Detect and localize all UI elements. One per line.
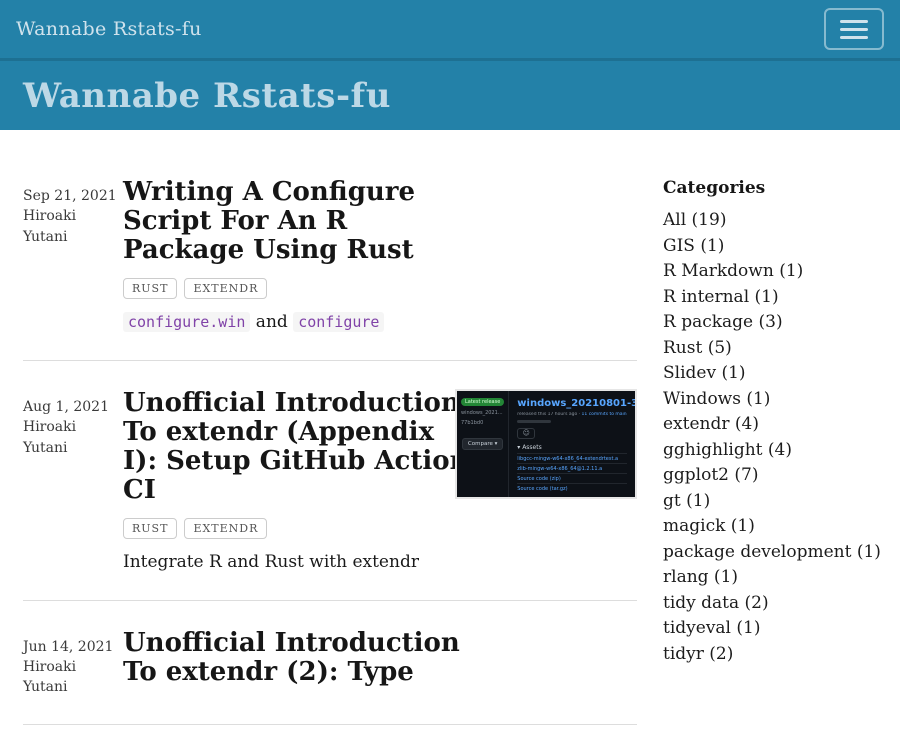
gh-asset-link: zlib-mingw-w64-x86_64@1.2.11.a [517, 463, 627, 473]
category-link[interactable]: Rust (5) [663, 336, 877, 362]
category-link[interactable]: tidy data (2) [663, 591, 877, 617]
gh-commit-label: 77b1bd0 [461, 420, 504, 426]
post-item[interactable]: Aug 1, 2021Hiroaki YutaniUnofficial Intr… [23, 389, 637, 601]
post-item[interactable]: Jun 14, 2021Hiroaki YutaniUnofficial Int… [23, 629, 637, 725]
categories-sidebar: Categories All (19)GIS (1)R Markdown (1)… [663, 178, 877, 753]
tag-pill[interactable]: RUST [123, 278, 177, 299]
category-link[interactable]: R Markdown (1) [663, 259, 877, 285]
gh-run-line [517, 420, 551, 423]
post-title-link[interactable]: Unofficial IntroductionTo extendr (Appen… [123, 389, 435, 505]
post-text: Writing A ConfigureScript For An RPackag… [123, 178, 435, 334]
category-link[interactable]: rlang (1) [663, 565, 877, 591]
tag-pill[interactable]: EXTENDR [184, 278, 267, 299]
content-area: Sep 21, 2021Hiroaki YutaniWriting A Conf… [0, 178, 900, 753]
post-title-line: To extendr (Appendix [123, 418, 435, 447]
category-link[interactable]: package development (1) [663, 540, 877, 566]
category-link[interactable]: R internal (1) [663, 285, 877, 311]
post-meta: Aug 1, 2021Hiroaki Yutani [23, 389, 123, 574]
post-main: Writing A ConfigureScript For An RPackag… [123, 178, 637, 334]
top-navbar: Wannabe Rstats-fu [0, 0, 900, 58]
post-title-line: I): Setup GitHub Actions [123, 447, 435, 476]
category-link[interactable]: magick (1) [663, 514, 877, 540]
post-item[interactable]: Sep 21, 2021Hiroaki YutaniWriting A Conf… [23, 178, 637, 361]
category-link[interactable]: All (19) [663, 208, 877, 234]
post-main: Unofficial IntroductionTo extendr (Appen… [123, 389, 637, 574]
category-link[interactable]: GIS (1) [663, 234, 877, 260]
category-link[interactable]: R package (3) [663, 310, 877, 336]
post-author: Hiroaki Yutani [23, 417, 95, 458]
navbar-brand[interactable]: Wannabe Rstats-fu [16, 18, 202, 40]
post-meta: Jun 14, 2021Hiroaki Yutani [23, 629, 123, 698]
post-date: Jun 14, 2021 [23, 637, 123, 657]
post-title-line: Writing A Configure [123, 178, 435, 207]
post-title-line: To extendr (2): Type [123, 658, 435, 687]
post-date: Aug 1, 2021 [23, 397, 123, 417]
gh-release-meta: released this 17 hours ago · 11 commits … [517, 412, 627, 417]
post-author: Hiroaki Yutani [23, 206, 95, 247]
category-link[interactable]: Windows (1) [663, 387, 877, 413]
post-author: Hiroaki Yutani [23, 657, 95, 698]
post-title-line: CI [123, 476, 435, 505]
gh-compare-button: Compare ▾ [462, 438, 503, 450]
hamburger-icon [840, 36, 868, 39]
gh-release-title: windows_20210801-3 [517, 398, 627, 409]
post-main: Unofficial IntroductionTo extendr (2): T… [123, 629, 637, 698]
post-description: configure.win and configure [123, 311, 435, 334]
hamburger-icon [840, 20, 868, 23]
category-link[interactable]: ggplot2 (7) [663, 463, 877, 489]
post-title-line: Package Using Rust [123, 236, 435, 265]
post-text: Unofficial IntroductionTo extendr (Appen… [123, 389, 435, 574]
post-meta: Sep 21, 2021Hiroaki Yutani [23, 178, 123, 334]
inline-code: configure [293, 312, 384, 332]
gh-asset-link: libgcc-mingw-w64-x86_64-extendrtest.a [517, 453, 627, 463]
post-tags: RUST EXTENDR [123, 278, 435, 299]
category-link[interactable]: gt (1) [663, 489, 877, 515]
gh-asset-link: Source code (tar.gz) [517, 483, 627, 493]
post-date: Sep 21, 2021 [23, 186, 123, 206]
post-title-line: Unofficial Introduction [123, 629, 435, 658]
site-title[interactable]: Wannabe Rstats-fu [23, 76, 391, 116]
tag-pill[interactable]: RUST [123, 518, 177, 539]
gh-asset-link: Source code (zip) [517, 473, 627, 483]
category-link[interactable]: gghighlight (4) [663, 438, 877, 464]
category-link[interactable]: tidyeval (1) [663, 616, 877, 642]
categories-list: All (19)GIS (1)R Markdown (1)R internal … [663, 208, 877, 667]
post-text: Unofficial IntroductionTo extendr (2): T… [123, 629, 435, 698]
gh-release-body: windows_20210801-3 released this 17 hours… [509, 391, 635, 497]
hamburger-icon [840, 28, 868, 31]
category-link[interactable]: extendr (4) [663, 412, 877, 438]
site-header: Wannabe Rstats-fu [0, 58, 900, 130]
inline-code: configure.win [123, 312, 250, 332]
gh-commits-link: 11 commits to main since this release [582, 412, 627, 417]
github-release-screenshot[interactable]: Latest release windows_2021... 77b1bd0 Comp… [455, 389, 637, 499]
tag-pill[interactable]: EXTENDR [184, 518, 267, 539]
gh-reaction-button: ☺ [517, 428, 535, 439]
post-title-line: Unofficial Introduction [123, 389, 435, 418]
post-title-line: Script For An R [123, 207, 435, 236]
post-title-link[interactable]: Unofficial IntroductionTo extendr (2): T… [123, 629, 435, 687]
post-title-link[interactable]: Writing A ConfigureScript For An RPackag… [123, 178, 435, 265]
categories-heading: Categories [663, 178, 877, 198]
category-link[interactable]: tidyr (2) [663, 642, 877, 668]
gh-assets-label: ▾ Assets [517, 444, 627, 451]
gh-tag-label: windows_2021... [461, 410, 504, 416]
category-link[interactable]: Slidev (1) [663, 361, 877, 387]
gh-latest-release-badge: Latest release [461, 398, 504, 406]
gh-release-sidebar: Latest release windows_2021... 77b1bd0 Comp… [457, 391, 509, 497]
post-description: Integrate R and Rust with extendr [123, 551, 435, 574]
post-tags: RUST EXTENDR [123, 518, 435, 539]
posts-list: Sep 21, 2021Hiroaki YutaniWriting A Conf… [23, 178, 637, 753]
navbar-toggler-button[interactable] [824, 8, 884, 50]
